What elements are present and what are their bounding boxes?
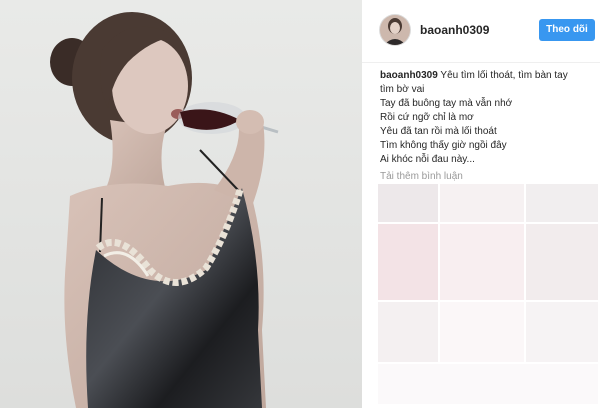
blurred-region	[440, 302, 524, 362]
caption-owner-link[interactable]: baoanh0309	[380, 70, 438, 81]
caption-line: baoanh0309 Yêu tìm lối thoát, tìm bàn ta…	[380, 69, 592, 83]
blurred-region	[526, 224, 598, 300]
blurred-region	[440, 224, 524, 300]
caption: baoanh0309 Yêu tìm lối thoát, tìm bàn ta…	[380, 69, 592, 167]
username-link[interactable]: baoanh0309	[420, 23, 489, 37]
woman-drinking-wine-image	[0, 0, 362, 408]
blurred-region	[440, 184, 524, 222]
post-sidebar: baoanh0309 Theo dõi baoanh0309 Yêu tìm l…	[362, 0, 600, 408]
post-header: baoanh0309 Theo dõi	[362, 0, 600, 63]
blurred-region	[378, 302, 438, 362]
blurred-region	[526, 184, 598, 222]
post-photo[interactable]	[0, 0, 362, 408]
avatar[interactable]	[380, 15, 410, 45]
caption-line: Tìm không thấy giờ ngồi đây	[380, 140, 507, 151]
caption-line: Rồi cứ ngỡ chỉ là mơ	[380, 112, 474, 123]
blurred-region	[526, 302, 598, 362]
caption-line: Ai khóc nỗi đau này...	[380, 154, 475, 165]
profile-photo-icon	[380, 15, 410, 45]
caption-line: Tay đã buông tay mà vẫn nhớ	[380, 98, 513, 109]
blurred-region	[378, 224, 438, 300]
caption-line: tìm bờ vai	[380, 84, 425, 95]
load-more-comments-link[interactable]: Tải thêm bình luận	[380, 171, 463, 182]
follow-button[interactable]: Theo dõi	[539, 19, 595, 41]
blurred-region	[378, 364, 598, 404]
caption-text: Yêu tìm lối thoát, tìm bàn tay	[437, 70, 568, 81]
caption-line: Yêu đã tan rồi mà lối thoát	[380, 126, 497, 137]
blurred-region	[378, 184, 438, 222]
